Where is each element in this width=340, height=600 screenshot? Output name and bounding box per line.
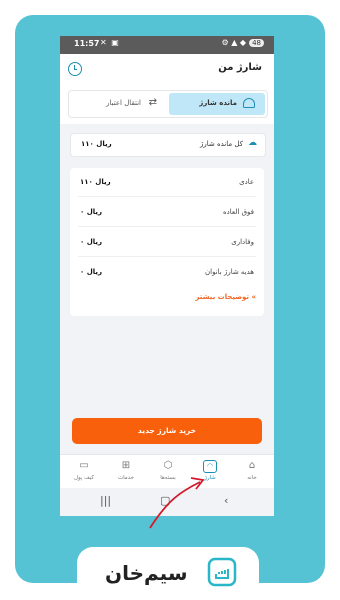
red-arrow [149,477,205,529]
brand-logo-icon [207,557,237,587]
brand-name: سیم‌خان [105,561,188,585]
brand-card: سیم‌خان [77,547,259,600]
